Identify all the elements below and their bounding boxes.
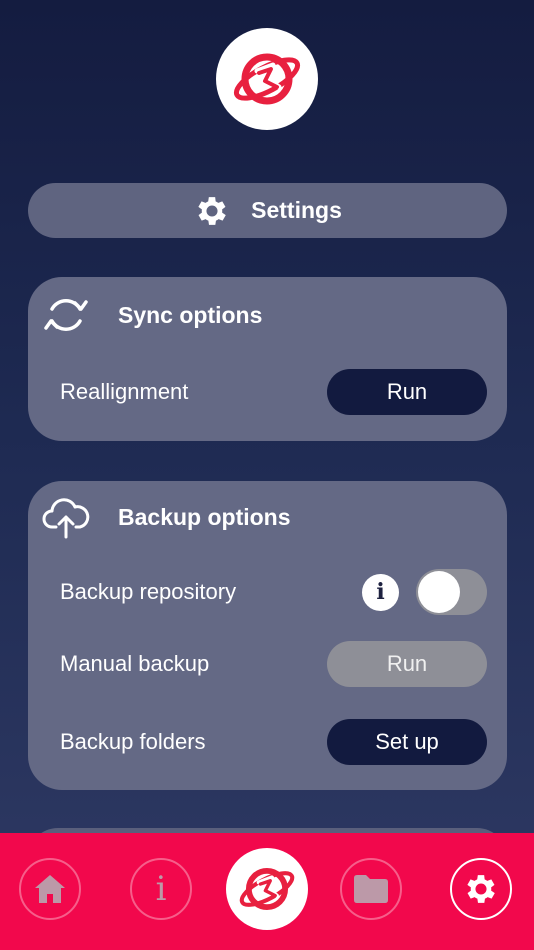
backup-options-card: Backup options Backup repository i Manua… <box>28 481 507 790</box>
info-icon: i <box>155 869 167 909</box>
sync-options-title: Sync options <box>118 301 263 328</box>
home-icon <box>35 875 65 903</box>
backup-options-title: Backup options <box>118 503 291 530</box>
backup-folders-setup-button[interactable]: Set up <box>327 719 487 765</box>
backup-repository-toggle[interactable] <box>416 569 487 615</box>
sync-options-card: Sync options Reallignment Run <box>28 277 507 441</box>
manual-backup-run-button[interactable]: Run <box>327 641 487 687</box>
settings-header-bar: Settings <box>28 183 507 238</box>
tab-center-logo[interactable] <box>226 848 308 930</box>
toggle-knob <box>418 571 460 613</box>
backup-repository-controls: i <box>362 569 487 615</box>
reallignment-row: Reallignment Run <box>60 368 487 416</box>
sync-options-header: Sync options <box>42 291 262 339</box>
tab-home[interactable] <box>19 858 81 920</box>
cloud-upload-icon <box>42 498 90 539</box>
tab-info[interactable]: i <box>130 858 192 920</box>
app-logo <box>216 28 318 130</box>
info-icon[interactable]: i <box>362 573 399 611</box>
backup-folders-row: Backup folders Set up <box>60 718 487 766</box>
backup-options-header: Backup options <box>42 495 291 539</box>
app-logo-icon <box>239 867 295 911</box>
tab-files[interactable] <box>340 858 402 920</box>
gear-icon <box>467 875 495 903</box>
settings-title: Settings <box>251 197 342 223</box>
folder-icon <box>354 875 388 903</box>
tab-settings[interactable] <box>450 858 512 920</box>
backup-repository-row: Backup repository i <box>60 568 487 616</box>
reallignment-run-button[interactable]: Run <box>327 369 487 415</box>
reallignment-label: Reallignment <box>60 379 189 404</box>
app-logo-icon <box>233 53 301 105</box>
backup-repository-label: Backup repository <box>60 579 237 604</box>
backup-folders-label: Backup folders <box>60 729 206 754</box>
sync-arrows-icon <box>44 299 88 331</box>
manual-backup-row: Manual backup Run <box>60 640 487 688</box>
manual-backup-label: Manual backup <box>60 651 210 676</box>
gear-icon <box>198 196 226 225</box>
